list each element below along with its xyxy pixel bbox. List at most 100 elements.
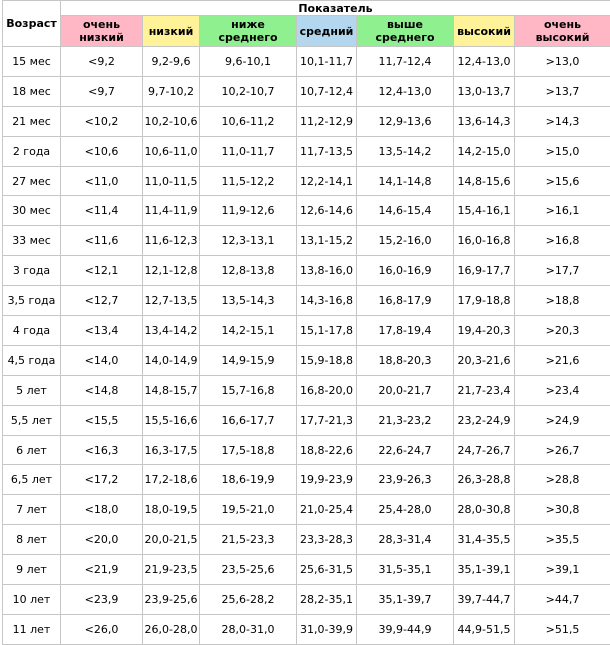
value-cell: 31,0-39,9 (297, 614, 357, 644)
value-cell: 11,7-12,4 (357, 47, 454, 77)
value-cell: 11,4-11,9 (143, 196, 200, 226)
table-body: 15 мес<9,29,2-9,69,6-10,110,1-11,711,7-1… (3, 47, 610, 645)
value-cell: >16,1 (515, 196, 610, 226)
weight-table: Возраст Показатель очень низкийнизкийниж… (2, 0, 610, 645)
value-cell: 11,7-13,5 (297, 136, 357, 166)
value-cell: 25,4-28,0 (357, 495, 454, 525)
value-cell: 26,3-28,8 (454, 465, 515, 495)
value-cell: <21,9 (61, 555, 143, 585)
value-cell: 11,9-12,6 (200, 196, 297, 226)
value-cell: 11,2-12,9 (297, 106, 357, 136)
value-cell: 20,0-21,7 (357, 375, 454, 405)
age-cell: 18 мес (3, 76, 61, 106)
value-cell: 16,6-17,7 (200, 405, 297, 435)
band-header: низкий (143, 16, 200, 47)
value-cell: 16,0-16,9 (357, 256, 454, 286)
value-cell: 14,8-15,6 (454, 166, 515, 196)
value-cell: 21,9-23,5 (143, 555, 200, 585)
value-cell: <9,7 (61, 76, 143, 106)
value-cell: 28,2-35,1 (297, 585, 357, 615)
value-cell: 19,9-23,9 (297, 465, 357, 495)
value-cell: >14,3 (515, 106, 610, 136)
value-cell: 25,6-28,2 (200, 585, 297, 615)
value-cell: <9,2 (61, 47, 143, 77)
age-column-header: Возраст (3, 1, 61, 47)
value-cell: 19,4-20,3 (454, 316, 515, 346)
value-cell: 17,8-19,4 (357, 316, 454, 346)
value-cell: 19,5-21,0 (200, 495, 297, 525)
value-cell: 10,6-11,2 (200, 106, 297, 136)
value-cell: 10,7-12,4 (297, 76, 357, 106)
table-row: 33 мес<11,611,6-12,312,3-13,113,1-15,215… (3, 226, 610, 256)
value-cell: 15,1-17,8 (297, 316, 357, 346)
value-cell: 15,4-16,1 (454, 196, 515, 226)
value-cell: 21,5-23,3 (200, 525, 297, 555)
band-header: очень высокий (515, 16, 610, 47)
age-cell: 33 мес (3, 226, 61, 256)
table-row: 7 лет<18,018,0-19,519,5-21,021,0-25,425,… (3, 495, 610, 525)
value-cell: 13,6-14,3 (454, 106, 515, 136)
value-cell: 13,5-14,2 (357, 136, 454, 166)
value-cell: 18,0-19,5 (143, 495, 200, 525)
age-cell: 7 лет (3, 495, 61, 525)
value-cell: 21,3-23,2 (357, 405, 454, 435)
value-cell: 35,1-39,7 (357, 585, 454, 615)
value-cell: <11,0 (61, 166, 143, 196)
age-cell: 27 мес (3, 166, 61, 196)
value-cell: <15,5 (61, 405, 143, 435)
value-cell: 31,4-35,5 (454, 525, 515, 555)
value-cell: <11,6 (61, 226, 143, 256)
value-cell: 22,6-24,7 (357, 435, 454, 465)
value-cell: 12,4-13,0 (454, 47, 515, 77)
value-cell: 12,2-14,1 (297, 166, 357, 196)
value-cell: 13,4-14,2 (143, 316, 200, 346)
band-header-row: очень низкийнизкийниже среднегосреднийвы… (3, 16, 610, 47)
age-cell: 6,5 лет (3, 465, 61, 495)
age-cell: 6 лет (3, 435, 61, 465)
value-cell: 15,7-16,8 (200, 375, 297, 405)
value-cell: >30,8 (515, 495, 610, 525)
value-cell: 35,1-39,1 (454, 555, 515, 585)
value-cell: 23,2-24,9 (454, 405, 515, 435)
value-cell: 28,0-31,0 (200, 614, 297, 644)
value-cell: 10,6-11,0 (143, 136, 200, 166)
band-header: средний (297, 16, 357, 47)
age-cell: 15 мес (3, 47, 61, 77)
value-cell: 9,7-10,2 (143, 76, 200, 106)
value-cell: <10,2 (61, 106, 143, 136)
value-cell: 21,0-25,4 (297, 495, 357, 525)
table-row: 15 мес<9,29,2-9,69,6-10,110,1-11,711,7-1… (3, 47, 610, 77)
age-cell: 5,5 лет (3, 405, 61, 435)
age-cell: 5 лет (3, 375, 61, 405)
table-row: 11 лет<26,026,0-28,028,0-31,031,0-39,939… (3, 614, 610, 644)
age-cell: 4 года (3, 316, 61, 346)
value-cell: 10,2-10,6 (143, 106, 200, 136)
value-cell: 14,8-15,7 (143, 375, 200, 405)
table-row: 8 лет<20,020,0-21,521,5-23,323,3-28,328,… (3, 525, 610, 555)
value-cell: 16,8-20,0 (297, 375, 357, 405)
value-cell: 21,7-23,4 (454, 375, 515, 405)
value-cell: 16,0-16,8 (454, 226, 515, 256)
value-cell: 39,7-44,7 (454, 585, 515, 615)
table-row: 5 лет<14,814,8-15,715,7-16,816,8-20,020,… (3, 375, 610, 405)
table-row: 10 лет<23,923,9-25,625,6-28,228,2-35,135… (3, 585, 610, 615)
value-cell: <13,4 (61, 316, 143, 346)
value-cell: 20,3-21,6 (454, 345, 515, 375)
value-cell: 10,1-11,7 (297, 47, 357, 77)
value-cell: >35,5 (515, 525, 610, 555)
value-cell: >16,8 (515, 226, 610, 256)
value-cell: <14,8 (61, 375, 143, 405)
value-cell: 15,9-18,8 (297, 345, 357, 375)
value-cell: >17,7 (515, 256, 610, 286)
age-cell: 3 года (3, 256, 61, 286)
table-row: 4 года<13,413,4-14,214,2-15,115,1-17,817… (3, 316, 610, 346)
indicator-group-header: Показатель (61, 1, 610, 16)
value-cell: 28,3-31,4 (357, 525, 454, 555)
value-cell: 12,8-13,8 (200, 256, 297, 286)
value-cell: 24,7-26,7 (454, 435, 515, 465)
value-cell: >51,5 (515, 614, 610, 644)
value-cell: 25,6-31,5 (297, 555, 357, 585)
value-cell: 10,2-10,7 (200, 76, 297, 106)
value-cell: 14,9-15,9 (200, 345, 297, 375)
value-cell: 12,9-13,6 (357, 106, 454, 136)
